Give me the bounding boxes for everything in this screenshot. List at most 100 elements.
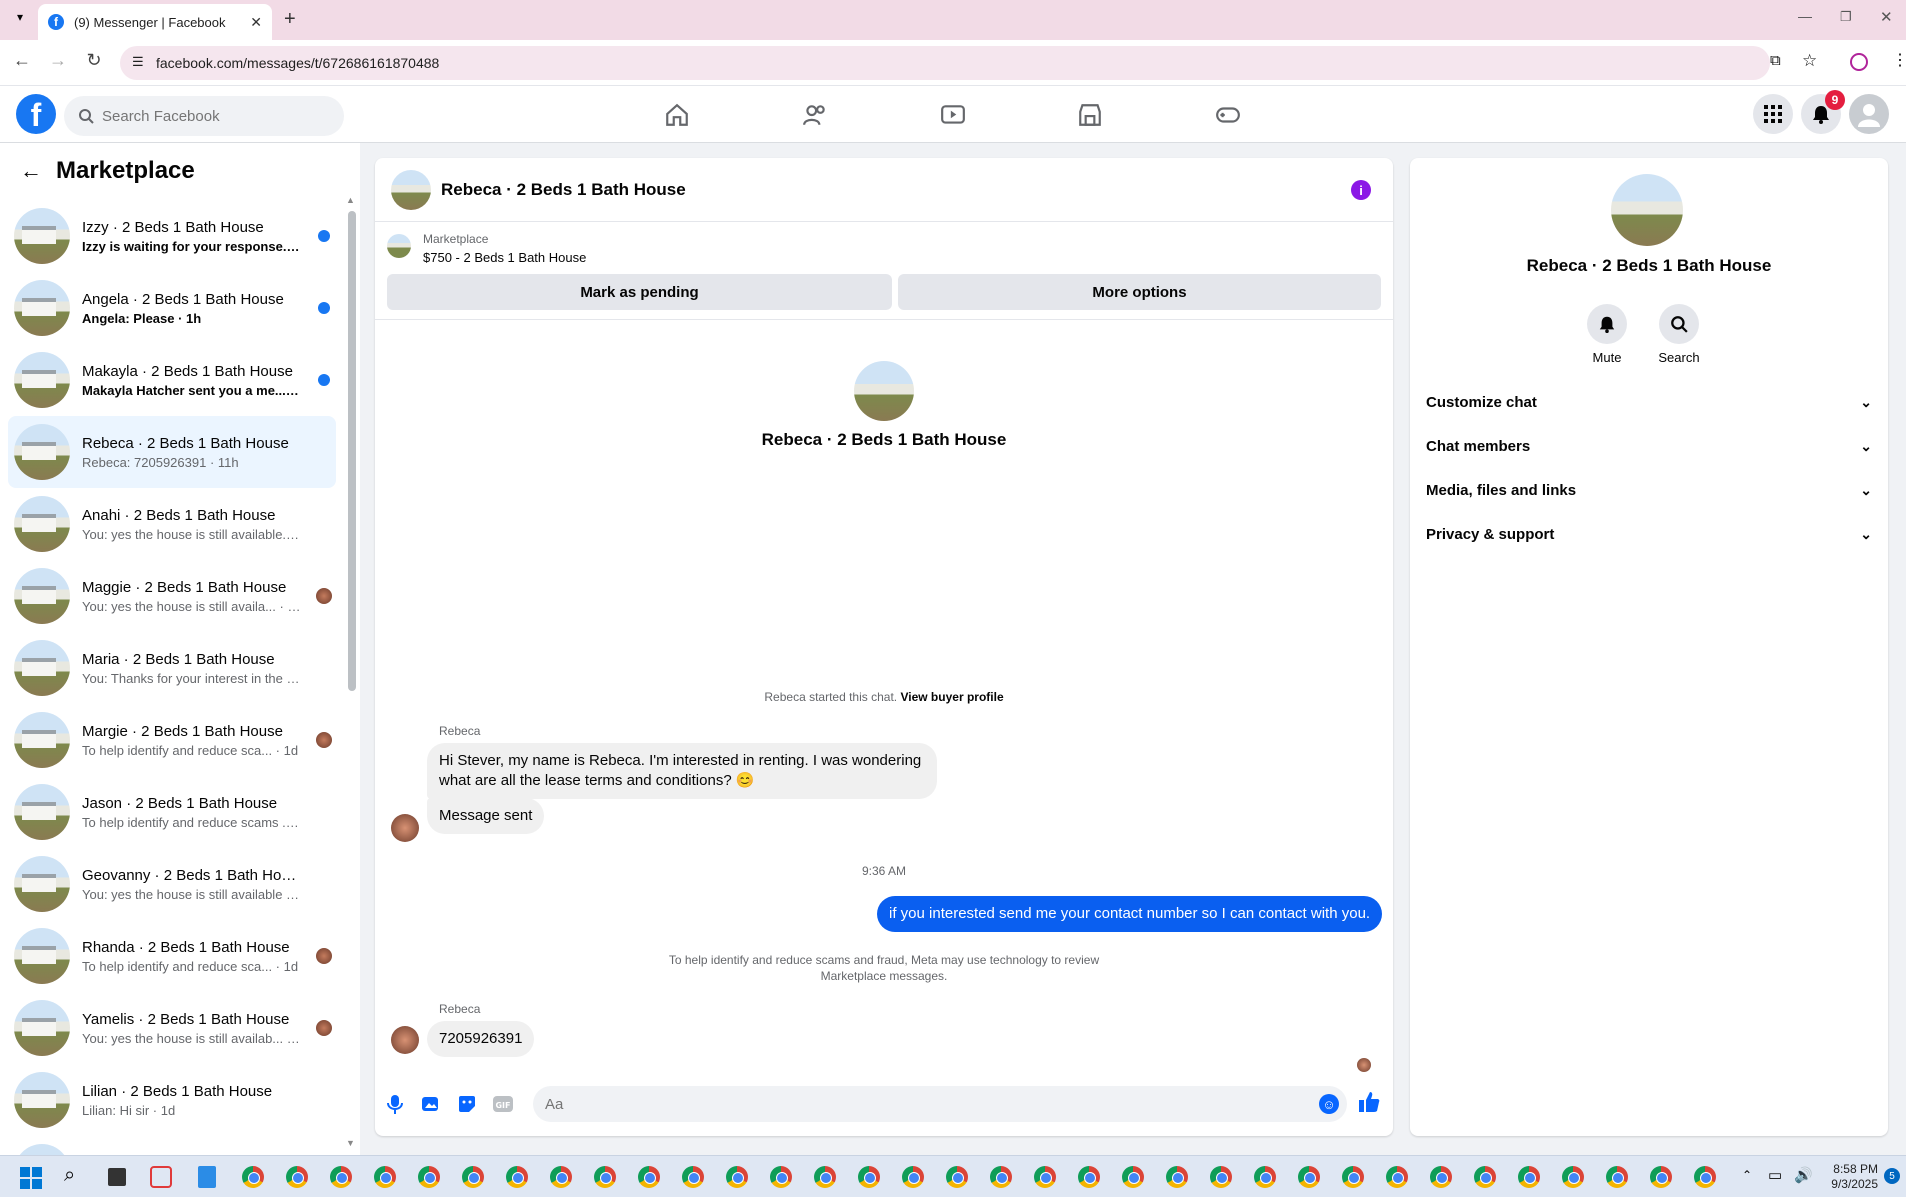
gaming-nav-icon[interactable] <box>1208 98 1248 132</box>
chrome-taskbar-icon[interactable] <box>286 1166 308 1188</box>
volume-icon[interactable]: 🔊 <box>1794 1166 1813 1184</box>
listing-title[interactable]: $750 - 2 Beds 1 Bath House <box>423 250 586 265</box>
chrome-taskbar-icon[interactable] <box>594 1166 616 1188</box>
conversation-item[interactable]: Geovanny · 2 Beds 1 Bath House You: yes t… <box>8 848 336 920</box>
conversation-item[interactable]: Makayla · 2 Beds 1 Bath House Makayla Hat… <box>8 344 336 416</box>
chrome-taskbar-icon[interactable] <box>990 1166 1012 1188</box>
forward-icon[interactable]: → <box>46 50 70 71</box>
sender-avatar[interactable] <box>391 1026 419 1054</box>
message-bubble-received[interactable]: Message sent <box>427 798 545 834</box>
conversation-item[interactable]: Rhanda · 2 Beds 1 Bath House To help iden… <box>8 920 336 992</box>
info-icon[interactable]: i <box>1351 180 1371 200</box>
scroll-up-icon[interactable]: ▲ <box>346 195 355 205</box>
chrome-taskbar-icon[interactable] <box>1210 1166 1232 1188</box>
tray-chevron-icon[interactable]: ⌃ <box>1742 1168 1752 1182</box>
chrome-taskbar-icon[interactable] <box>550 1166 572 1188</box>
conversation-item[interactable]: Yamelis · 2 Beds 1 Bath House You: yes th… <box>8 992 336 1064</box>
more-options-button[interactable]: More options <box>898 274 1381 310</box>
mark-pending-button[interactable]: Mark as pending <box>387 274 892 310</box>
info-section-row[interactable]: Chat members ⌄ <box>1426 424 1872 468</box>
sticker-icon[interactable] <box>455 1092 479 1116</box>
conversation-item[interactable]: Maggie · 2 Beds 1 Bath House You: yes the… <box>8 560 336 632</box>
system-clock[interactable]: 8:58 PM 9/3/2025 <box>1831 1162 1878 1192</box>
snipping-tool-icon[interactable] <box>150 1166 172 1188</box>
chat-avatar[interactable] <box>391 169 431 210</box>
conversation-item[interactable]: Jason · 2 Beds 1 Bath House To help ident… <box>8 776 336 848</box>
minimize-icon[interactable]: — <box>1798 8 1812 24</box>
chrome-taskbar-icon[interactable] <box>1650 1166 1672 1188</box>
chrome-taskbar-icon[interactable] <box>1474 1166 1496 1188</box>
chrome-taskbar-icon[interactable] <box>770 1166 792 1188</box>
sender-avatar[interactable] <box>391 814 419 842</box>
chrome-taskbar-icon[interactable] <box>858 1166 880 1188</box>
network-icon[interactable]: ▭ <box>1768 1166 1782 1184</box>
browser-menu-icon[interactable]: ⋮ <box>1892 50 1906 70</box>
like-thumbs-up-icon[interactable] <box>1357 1090 1381 1114</box>
conversation-item[interactable]: Margie · 2 Beds 1 Bath House To help iden… <box>8 704 336 776</box>
install-app-icon[interactable]: ⧉ <box>1770 52 1781 69</box>
home-nav-icon[interactable] <box>657 98 697 132</box>
search-input[interactable] <box>102 107 322 125</box>
chrome-taskbar-icon[interactable] <box>682 1166 704 1188</box>
gif-icon[interactable]: GIF <box>491 1092 515 1116</box>
sidebar-scrollbar[interactable] <box>348 211 356 691</box>
close-tab-icon[interactable]: ✕ <box>250 14 262 31</box>
search-conversation-button[interactable]: Search <box>1649 304 1709 365</box>
conversation-item[interactable]: Izzy · 2 Beds 1 Bath House Izzy is waitin… <box>8 200 336 272</box>
notifications-button[interactable]: 9 <box>1801 90 1845 134</box>
restore-icon[interactable]: ❐ <box>1840 9 1852 25</box>
message-input[interactable] <box>545 1095 1285 1113</box>
chrome-taskbar-icon[interactable] <box>1078 1166 1100 1188</box>
view-buyer-profile-link[interactable]: View buyer profile <box>900 690 1003 704</box>
chat-title[interactable]: Rebeca · 2 Beds 1 Bath House <box>441 180 686 200</box>
browser-tab[interactable]: f (9) Messenger | Facebook ✕ <box>38 4 272 40</box>
chrome-taskbar-icon[interactable] <box>1122 1166 1144 1188</box>
chrome-taskbar-icon[interactable] <box>1342 1166 1364 1188</box>
chrome-taskbar-icon[interactable] <box>638 1166 660 1188</box>
chrome-taskbar-icon[interactable] <box>1166 1166 1188 1188</box>
message-bubble-received[interactable]: Hi Stever, my name is Rebeca. I'm intere… <box>427 743 937 799</box>
info-section-row[interactable]: Media, files and links ⌄ <box>1426 468 1872 512</box>
friends-nav-icon[interactable] <box>795 98 835 132</box>
photo-icon[interactable] <box>419 1092 443 1116</box>
info-section-row[interactable]: Customize chat ⌄ <box>1426 380 1872 424</box>
chrome-taskbar-icon[interactable] <box>1298 1166 1320 1188</box>
message-input-box[interactable]: ☺ <box>533 1086 1347 1122</box>
chrome-taskbar-icon[interactable] <box>1694 1166 1716 1188</box>
chrome-taskbar-icon[interactable] <box>1430 1166 1452 1188</box>
chrome-taskbar-icon[interactable] <box>1254 1166 1276 1188</box>
chrome-taskbar-icon[interactable] <box>1386 1166 1408 1188</box>
back-arrow-icon[interactable]: ← <box>20 158 42 184</box>
info-avatar[interactable] <box>1611 174 1683 246</box>
chrome-taskbar-icon[interactable] <box>1518 1166 1540 1188</box>
new-tab-icon[interactable]: + <box>284 8 296 31</box>
message-bubble-sent[interactable]: if you interested send me your contact n… <box>877 896 1383 932</box>
video-nav-icon[interactable] <box>933 98 973 132</box>
chrome-taskbar-icon[interactable] <box>1606 1166 1628 1188</box>
chrome-taskbar-icon[interactable] <box>1562 1166 1584 1188</box>
chrome-taskbar-icon[interactable] <box>814 1166 836 1188</box>
notepad-icon[interactable] <box>198 1166 216 1188</box>
account-avatar-button[interactable] <box>1849 94 1889 134</box>
chrome-taskbar-icon[interactable] <box>418 1166 440 1188</box>
chrome-taskbar-icon[interactable] <box>726 1166 748 1188</box>
chrome-taskbar-icon[interactable] <box>902 1166 924 1188</box>
mute-button[interactable]: Mute <box>1577 304 1637 365</box>
chrome-taskbar-icon[interactable] <box>242 1166 264 1188</box>
conversation-item[interactable]: Anahi · 2 Beds 1 Bath House You: yes the … <box>8 488 336 560</box>
close-window-icon[interactable]: ✕ <box>1880 8 1893 26</box>
message-bubble-received[interactable]: 7205926391 <box>427 1021 535 1057</box>
chrome-taskbar-icon[interactable] <box>506 1166 528 1188</box>
reload-icon[interactable]: ↻ <box>82 50 106 71</box>
tab-list-chevron-icon[interactable]: ▾ <box>10 10 30 30</box>
search-box[interactable] <box>64 96 344 136</box>
menu-grid-button[interactable] <box>1753 94 1793 134</box>
conversation-item[interactable]: Rebeca · 2 Beds 1 Bath House Rebeca: 7205… <box>8 416 336 488</box>
scroll-down-icon[interactable]: ▼ <box>346 1138 355 1148</box>
taskbar-search-icon[interactable]: ⌕ <box>64 1164 75 1187</box>
chrome-taskbar-icon[interactable] <box>330 1166 352 1188</box>
conversation-item[interactable]: Lilian · 2 Beds 1 Bath House Lilian: Hi s… <box>8 1064 336 1136</box>
back-icon[interactable]: ← <box>10 50 34 71</box>
conversation-item[interactable]: Barbara · 2 Beds 1 Bath House <box>8 1136 336 1155</box>
taskview-icon[interactable] <box>108 1168 126 1186</box>
